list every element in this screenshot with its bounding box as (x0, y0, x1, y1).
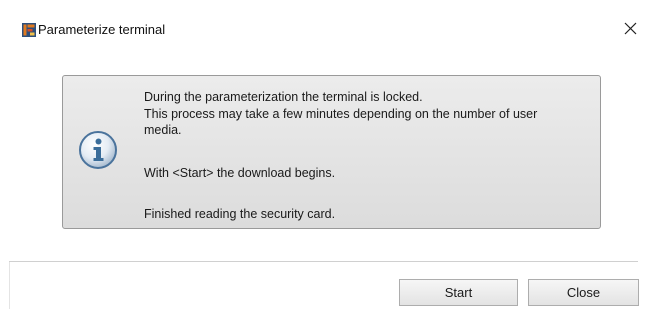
info-icon (78, 130, 118, 170)
message-line-duration: This process may take a few minutes depe… (144, 107, 538, 121)
footer-divider (9, 261, 638, 262)
window-title: Parameterize terminal (38, 22, 166, 37)
footer-left-edge (9, 262, 10, 309)
message-line-media: media. (144, 123, 182, 137)
message-line-status: Finished reading the security card. (144, 207, 336, 221)
message-line-locked: During the parameterization the terminal… (144, 90, 423, 104)
app-icon (21, 22, 37, 38)
message-line-start-hint: With <Start> the download begins. (144, 166, 336, 180)
start-button[interactable]: Start (399, 279, 518, 306)
close-button[interactable]: Close (528, 279, 639, 306)
dialog-window: Parameterize terminal During the paramet… (0, 0, 645, 309)
title-bar: Parameterize terminal (0, 0, 645, 60)
message-panel: During the parameterization the terminal… (62, 75, 601, 229)
close-icon[interactable] (616, 14, 644, 42)
